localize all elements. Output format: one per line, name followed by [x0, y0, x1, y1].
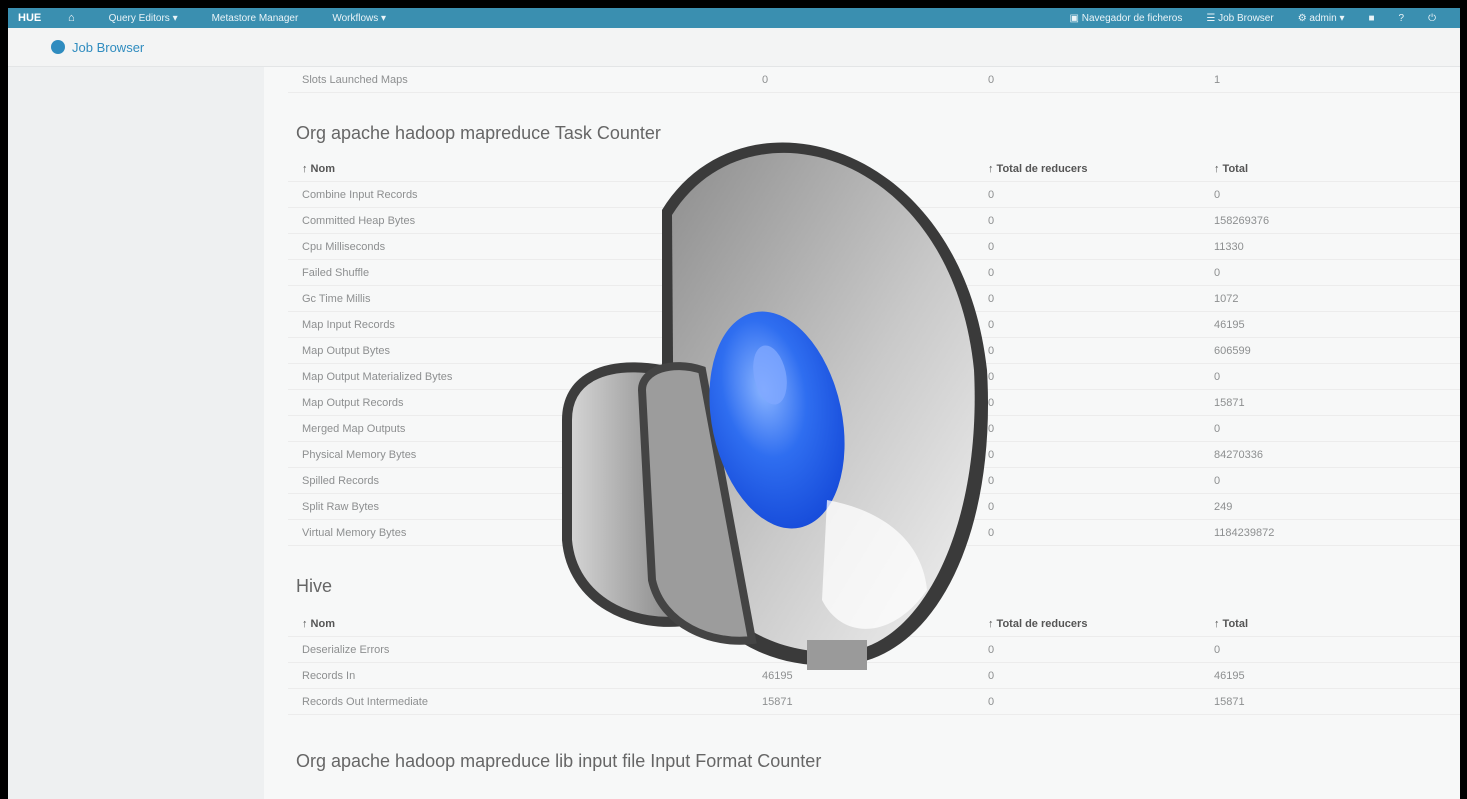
column-header-total[interactable]: ↑ Total: [1214, 618, 1414, 630]
app-header: Job Browser: [8, 28, 1460, 67]
counter-reducers: 0: [988, 500, 995, 513]
counter-total: 15871: [1214, 396, 1245, 409]
nav-admin-icon[interactable]: ■: [1368, 13, 1374, 24]
counter-total: 249: [1214, 500, 1233, 513]
counter-name: Slots Launched Maps: [302, 73, 408, 86]
counter-maps: 0: [762, 73, 769, 86]
nav-job-browser[interactable]: ☰ Job Browser: [1206, 13, 1273, 24]
counter-reducers: 0: [988, 370, 995, 383]
top-navigation-bar: HUE ⌂ Query Editors ▾ Metastore Manager …: [8, 8, 1460, 28]
counter-reducers: 0: [988, 214, 995, 227]
browser-viewport: HUE ⌂ Query Editors ▾ Metastore Manager …: [8, 8, 1460, 799]
counter-total: 15871: [1214, 695, 1245, 708]
counter-total: 1184239872: [1214, 526, 1275, 539]
counter-total: 0: [1214, 188, 1221, 201]
counter-total: 0: [1214, 643, 1221, 656]
counter-reducers: 0: [988, 396, 995, 409]
counter-reducers: 0: [988, 448, 995, 461]
counter-reducers: 0: [988, 526, 995, 539]
counter-total: 158269376: [1214, 214, 1270, 227]
column-header-total[interactable]: ↑ Total: [1214, 163, 1414, 175]
nav-help-icon[interactable]: ?: [1399, 13, 1405, 24]
counter-total: 0: [1214, 422, 1221, 435]
nav-logout-icon[interactable]: ⏻: [1428, 13, 1436, 24]
table-row: Slots Launched Maps 0 0 1: [288, 67, 1460, 93]
counter-reducers: 0: [988, 695, 995, 708]
nav-user-menu[interactable]: ⚙ admin ▾: [1298, 13, 1345, 24]
counter-total: 11330: [1214, 240, 1244, 253]
counter-reducers: 0: [988, 73, 995, 86]
counter-reducers: 0: [988, 266, 995, 279]
counter-reducers: 0: [988, 474, 995, 487]
counter-reducers: 0: [988, 292, 995, 305]
counter-reducers: 0: [988, 669, 995, 682]
nav-file-browser[interactable]: ▣ Navegador de ficheros: [1070, 13, 1183, 24]
counter-name: Records Out Intermediate: [302, 695, 428, 708]
counter-total: 1072: [1214, 292, 1239, 305]
counter-reducers: 0: [988, 240, 995, 253]
counter-total: 0: [1214, 266, 1221, 279]
counter-reducers: 0: [988, 643, 995, 656]
nav-workflows[interactable]: Workflows ▾: [332, 13, 386, 24]
counter-reducers: 0: [988, 188, 995, 201]
counter-total: 84270336: [1214, 448, 1263, 461]
speaker-icon: [562, 142, 989, 670]
counter-reducers: 0: [988, 344, 995, 357]
topbar-right-group: ▣ Navegador de ficheros ☰ Job Browser ⚙ …: [1070, 13, 1460, 24]
hue-logo[interactable]: HUE: [18, 12, 68, 24]
column-header-reducers[interactable]: ↑ Total de reducers: [988, 163, 1214, 175]
table-row: Records Out Intermediate 15871 0 15871: [288, 689, 1460, 715]
column-header-reducers[interactable]: ↑ Total de reducers: [988, 618, 1214, 630]
counter-reducers: 0: [988, 318, 995, 331]
counter-total: 606599: [1214, 344, 1251, 357]
counter-total: 0: [1214, 370, 1221, 383]
job-browser-icon: [51, 40, 65, 54]
counter-total: 46195: [1214, 669, 1245, 682]
nav-metastore-manager[interactable]: Metastore Manager: [212, 13, 299, 24]
section-title-input-format-counter: Org apache hadoop mapreduce lib input fi…: [296, 751, 822, 771]
nav-query-editors[interactable]: Query Editors ▾: [109, 13, 178, 24]
counter-total: 46195: [1214, 318, 1245, 331]
counter-total: 0: [1214, 474, 1221, 487]
counter-reducers: 0: [988, 422, 995, 435]
counter-maps: 15871: [762, 695, 793, 708]
app-title[interactable]: Job Browser: [72, 40, 144, 55]
sidebar: [8, 67, 264, 799]
home-icon[interactable]: ⌂: [68, 12, 75, 24]
counter-total: 1: [1214, 73, 1221, 86]
